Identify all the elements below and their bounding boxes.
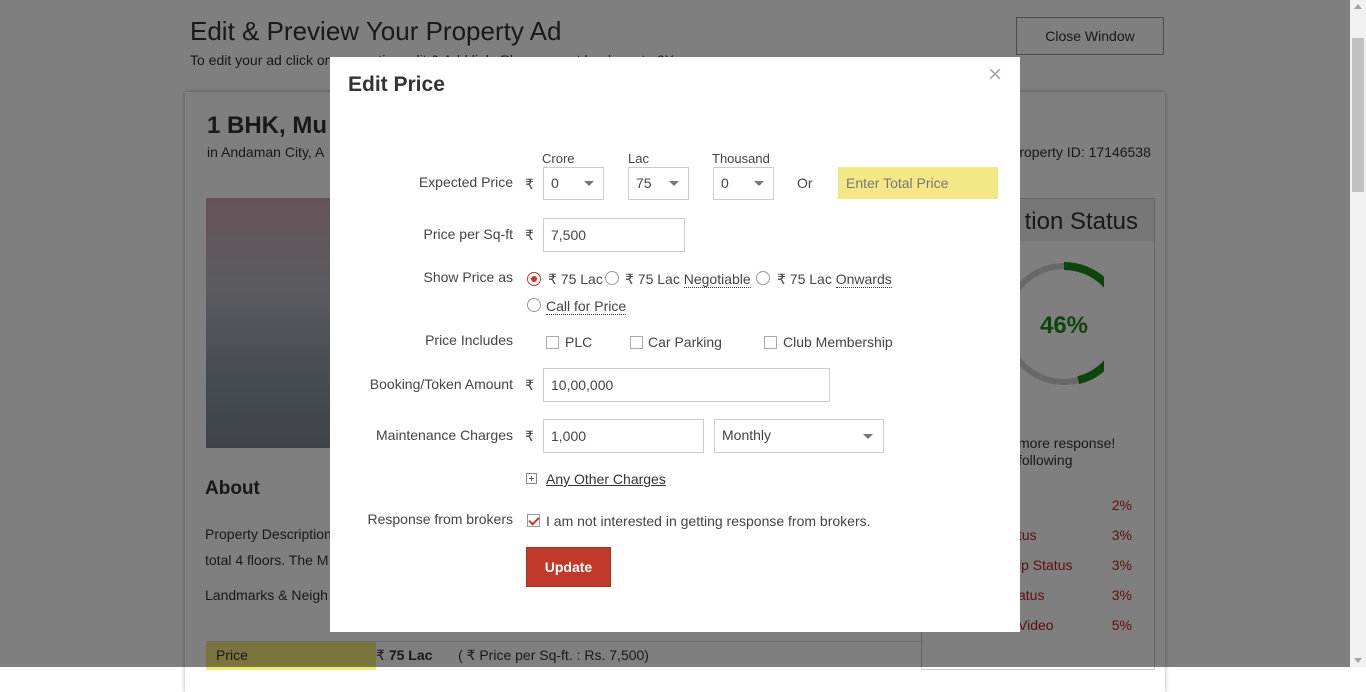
option-2-prefix: ₹ 75 Lac <box>625 271 680 287</box>
update-button[interactable]: Update <box>526 547 611 587</box>
call-for-price-radio[interactable] <box>527 298 541 312</box>
any-other-charges-link[interactable]: Any Other Charges <box>546 471 666 487</box>
maintenance-amount-input[interactable]: 1,000 <box>543 419 704 453</box>
thousand-value: 0 <box>721 175 729 191</box>
car-parking-checkbox[interactable] <box>630 336 643 349</box>
plc-checkbox[interactable] <box>546 336 559 349</box>
show-price-option-2[interactable]: ₹ 75 Lac Negotiable <box>625 271 751 288</box>
no-brokers-text: I am not interested in getting response … <box>546 513 871 529</box>
total-price-input[interactable] <box>838 167 998 199</box>
expected-price-label: Expected Price <box>418 174 513 190</box>
lac-value: 75 <box>636 175 652 191</box>
price-includes-label: Price Includes <box>425 332 513 348</box>
modal-title: Edit Price <box>348 73 445 96</box>
rupee-icon: ₹ <box>525 227 534 243</box>
rupee-icon: ₹ <box>525 377 534 393</box>
price-per-sqft-label: Price per Sq-ft <box>423 226 513 242</box>
show-price-option-1[interactable]: ₹ 75 Lac <box>548 271 603 288</box>
chevron-down-icon <box>669 181 679 186</box>
brokers-label: Response from brokers <box>367 511 513 527</box>
chevron-down-icon <box>584 181 594 186</box>
crore-label: Crore <box>542 151 575 166</box>
page-scrollbar[interactable] <box>1350 0 1366 667</box>
chevron-down-icon <box>863 434 873 439</box>
price-per-sqft-input[interactable]: 7,500 <box>543 218 685 252</box>
option-3-prefix: ₹ 75 Lac <box>777 271 832 287</box>
maintenance-period-select[interactable]: Monthly <box>714 419 884 453</box>
or-text: Or <box>797 175 813 191</box>
thousand-label: Thousand <box>712 151 770 166</box>
scrollbar-thumb[interactable] <box>1352 38 1364 192</box>
no-brokers-checkbox[interactable] <box>527 514 540 527</box>
maintenance-charges-label: Maintenance Charges <box>376 427 513 443</box>
rupee-icon: ₹ <box>525 176 534 192</box>
negotiable-text: Negotiable <box>683 271 751 288</box>
club-membership-checkbox[interactable] <box>764 336 777 349</box>
expand-plus-icon[interactable] <box>526 473 537 484</box>
chevron-down-icon <box>754 181 764 186</box>
negotiable-radio[interactable] <box>605 271 619 285</box>
thousand-select[interactable]: 0 <box>713 167 774 200</box>
maintenance-period-value: Monthly <box>722 427 772 443</box>
scroll-down-arrow-icon[interactable] <box>1354 658 1362 663</box>
booking-amount-label: Booking/Token Amount <box>369 376 513 392</box>
car-parking-label: Car Parking <box>648 334 722 350</box>
booking-amount-input[interactable]: 10,00,000 <box>543 368 830 402</box>
plc-label: PLC <box>565 334 593 350</box>
lac-select[interactable]: 75 <box>628 167 689 200</box>
call-for-price-text[interactable]: Call for Price <box>546 298 627 315</box>
show-price-option-3[interactable]: ₹ 75 Lac Onwards <box>777 271 892 288</box>
show-price-radio[interactable] <box>527 272 541 286</box>
onwards-text: Onwards <box>835 271 892 288</box>
crore-select[interactable]: 0 <box>543 167 604 200</box>
onwards-radio[interactable] <box>756 271 770 285</box>
club-membership-label: Club Membership <box>783 334 893 350</box>
crore-value: 0 <box>551 175 559 191</box>
lac-label: Lac <box>628 151 649 166</box>
rupee-icon: ₹ <box>525 428 534 444</box>
close-icon[interactable]: × <box>988 63 1002 87</box>
scroll-up-arrow-icon[interactable] <box>1354 4 1362 9</box>
edit-price-modal: Edit Price × Expected Price ₹ Crore 0 La… <box>330 57 1020 632</box>
show-price-as-label: Show Price as <box>423 269 513 285</box>
